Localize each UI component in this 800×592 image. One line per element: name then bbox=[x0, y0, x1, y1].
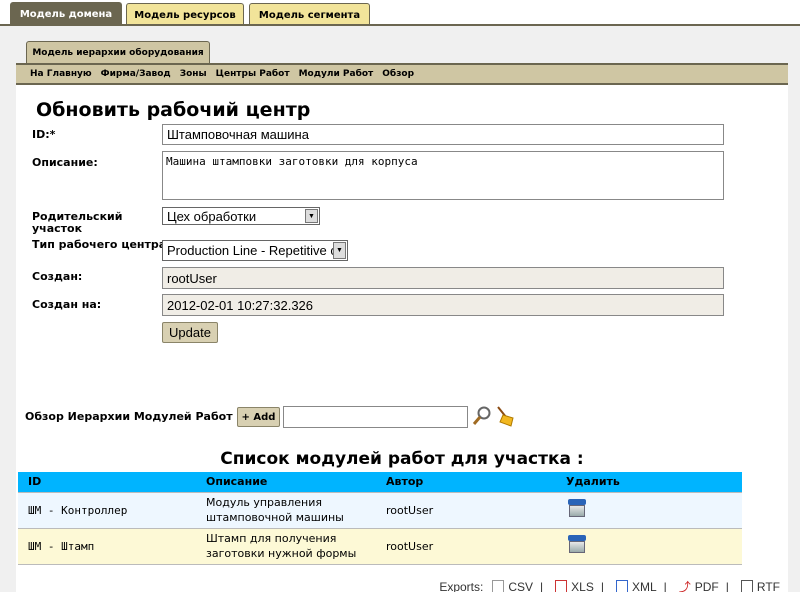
table-header-row: ID Описание Автор Удалить bbox=[18, 472, 742, 492]
row-description-line1: Штамп для получения bbox=[206, 532, 337, 545]
separator: | bbox=[540, 580, 544, 592]
row-id[interactable]: ШМ - Контроллер bbox=[18, 491, 196, 529]
top-tab-bar: Модель домена Модель ресурсов Модель сег… bbox=[0, 0, 800, 26]
browse-label: Обзор Иерархии Модулей Работ bbox=[25, 410, 233, 423]
nav-work-centers[interactable]: Центры Работ bbox=[216, 69, 290, 79]
page-title: Обновить рабочий центр bbox=[36, 99, 311, 121]
type-label: Тип рабочего центра bbox=[32, 238, 167, 251]
row-description: Штамп для получения заготовки нужной фор… bbox=[196, 527, 376, 565]
separator: | bbox=[600, 580, 604, 592]
row-description-line2: штамповочной машины bbox=[206, 511, 344, 524]
created-at-field: 2012-02-01 10:27:32.326 bbox=[162, 294, 724, 316]
exports-bar: Exports: CSV | XLS | XML | ⤴ PDF | RTF bbox=[439, 580, 780, 592]
trash-icon[interactable] bbox=[566, 497, 588, 519]
table-row: ШМ - Штамп Штамп для получения заготовки… bbox=[18, 527, 742, 565]
parent-select-value: Цех обработки bbox=[167, 208, 257, 224]
separator: | bbox=[725, 580, 729, 592]
csv-icon[interactable] bbox=[492, 580, 505, 592]
pdf-icon[interactable]: ⤴ bbox=[678, 580, 691, 592]
content-area: Модель иерархии оборудования На Главную … bbox=[0, 24, 800, 592]
main-panel: Обновить рабочий центр ID:* Штамповочная… bbox=[16, 85, 788, 592]
browse-input[interactable] bbox=[283, 406, 468, 428]
nav-bar: На Главную Фирма/Завод Зоны Центры Работ… bbox=[16, 63, 788, 85]
parent-label: Родительский участок bbox=[32, 211, 122, 235]
row-author: rootUser bbox=[376, 491, 556, 529]
work-units-table: ID Описание Автор Удалить ШМ - Контролле… bbox=[18, 472, 742, 565]
col-description: Описание bbox=[196, 472, 376, 492]
row-description-line1: Модуль управления bbox=[206, 496, 323, 509]
row-description-line2: заготовки нужной формы bbox=[206, 547, 357, 560]
nav-zones[interactable]: Зоны bbox=[180, 69, 207, 79]
xml-icon[interactable] bbox=[615, 580, 628, 592]
row-author: rootUser bbox=[376, 527, 556, 565]
tab-equipment-hierarchy[interactable]: Модель иерархии оборудования bbox=[26, 41, 210, 63]
rtf-icon[interactable] bbox=[740, 580, 753, 592]
created-by-label: Создан: bbox=[32, 270, 83, 283]
exports-label: Exports: bbox=[439, 580, 484, 592]
id-field[interactable]: Штамповочная машина bbox=[162, 124, 724, 145]
separator: | bbox=[663, 580, 667, 592]
nav-work-units[interactable]: Модули Работ bbox=[299, 69, 374, 79]
export-pdf[interactable]: PDF bbox=[695, 580, 719, 592]
nav-overview[interactable]: Обзор bbox=[382, 69, 414, 79]
tab-segment-model[interactable]: Модель сегмента bbox=[249, 3, 370, 26]
col-delete: Удалить bbox=[556, 472, 742, 492]
nav-home[interactable]: На Главную bbox=[30, 69, 92, 79]
row-description: Модуль управления штамповочной машины bbox=[196, 491, 376, 529]
export-csv[interactable]: CSV bbox=[508, 580, 533, 592]
description-label: Описание: bbox=[32, 156, 98, 169]
description-field[interactable]: Машина штамповки заготовки для корпуса bbox=[162, 151, 724, 200]
update-button[interactable]: Update bbox=[162, 322, 218, 343]
export-xls[interactable]: XLS bbox=[571, 580, 594, 592]
col-author: Автор bbox=[376, 472, 556, 492]
export-rtf[interactable]: RTF bbox=[757, 580, 780, 592]
export-xml[interactable]: XML bbox=[632, 580, 657, 592]
chevron-down-icon[interactable]: ▼ bbox=[305, 209, 318, 223]
id-label: ID:* bbox=[32, 128, 56, 141]
type-select[interactable]: Production Line - Repetitive c ▼ bbox=[162, 240, 348, 261]
chevron-down-icon[interactable]: ▼ bbox=[333, 242, 346, 259]
add-button[interactable]: + Add bbox=[237, 407, 280, 427]
row-id[interactable]: ШМ - Штамп bbox=[18, 527, 196, 565]
row-delete bbox=[556, 491, 742, 529]
parent-select[interactable]: Цех обработки ▼ bbox=[162, 207, 320, 225]
xls-icon[interactable] bbox=[555, 580, 568, 592]
clear-broom-icon[interactable] bbox=[494, 405, 516, 427]
table-row: ШМ - Контроллер Модуль управления штампо… bbox=[18, 491, 742, 529]
tab-resource-model[interactable]: Модель ресурсов bbox=[126, 3, 244, 26]
tab-domain-model[interactable]: Модель домена bbox=[10, 2, 122, 26]
type-select-value: Production Line - Repetitive c bbox=[167, 243, 337, 258]
parent-label-line2: участок bbox=[32, 222, 83, 235]
nav-enterprise-site[interactable]: Фирма/Завод bbox=[101, 69, 171, 79]
created-at-label: Создан на: bbox=[32, 298, 102, 311]
trash-icon[interactable] bbox=[566, 533, 588, 555]
search-icon[interactable] bbox=[472, 405, 492, 427]
table-title: Список модулей работ для участка : bbox=[220, 449, 584, 469]
col-id: ID bbox=[18, 472, 196, 492]
created-by-field: rootUser bbox=[162, 267, 724, 289]
row-delete bbox=[556, 527, 742, 565]
